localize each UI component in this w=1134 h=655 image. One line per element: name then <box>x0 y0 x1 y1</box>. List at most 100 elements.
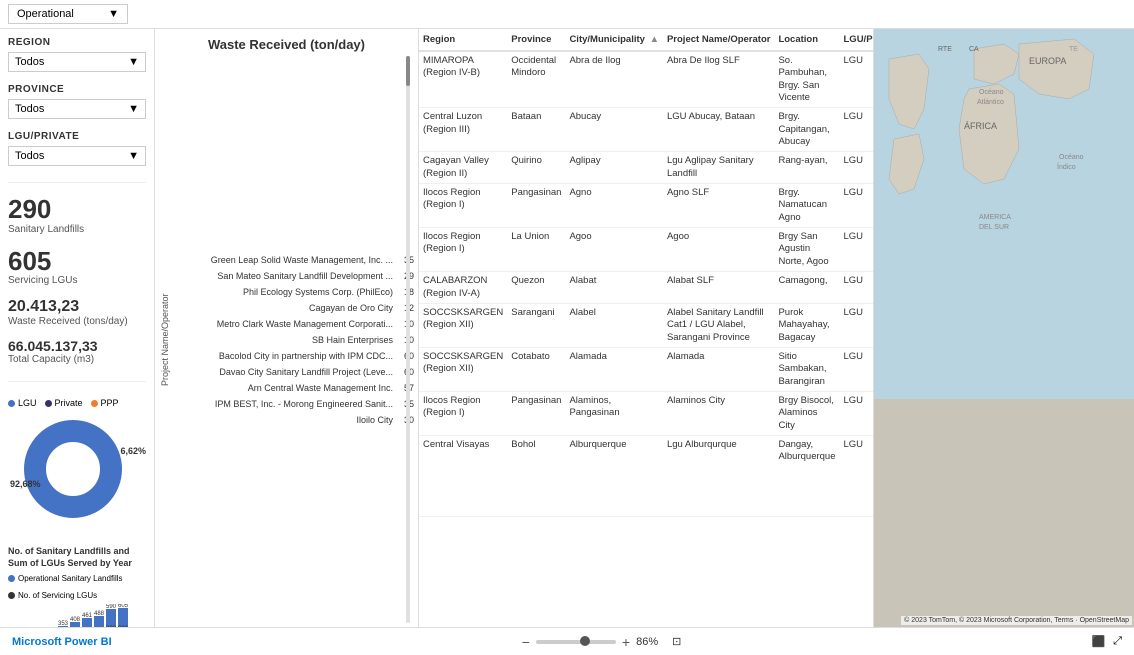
bottom-chart-title: No. of Sanitary Landfills and Sum of LGU… <box>8 546 146 569</box>
table-wrapper[interactable]: Region Province City/Municipality ▲ Proj… <box>419 29 873 627</box>
table-cell-location: Brgy. Capitangan, Abucay <box>774 108 839 152</box>
zoom-slider[interactable] <box>536 640 616 644</box>
legend-operational: Operational Sanitary Landfills <box>8 574 123 583</box>
svg-text:353: 353 <box>58 621 69 627</box>
table-cell-location: Rang-ayan, <box>774 152 839 184</box>
bar-label: Bacolod City in partnership with IPM CDC… <box>183 351 393 361</box>
bottom-chart-svg: 101 118 108 165 353 408 461 488 590 605 … <box>8 604 148 627</box>
zoom-slider-thumb <box>580 636 590 646</box>
svg-text:EUROPA: EUROPA <box>1029 56 1066 66</box>
kpi-sanitary-landfills: 290 Sanitary Landfills <box>8 195 146 235</box>
operational-filter-label: Operational <box>17 8 74 20</box>
table-cell-location: Brgy. Namatucan Agno <box>774 184 839 228</box>
bar-chart-area: Project Name/Operator Green Leap Solid W… <box>155 56 418 627</box>
donut-legend: LGU Private PPP <box>8 398 146 408</box>
region-filter-dropdown[interactable]: Todos ▼ <box>8 52 146 72</box>
content-area: REGION Todos ▼ PROVINCE Todos ▼ LGU/PRIV… <box>0 29 1134 627</box>
kpi-label-lgus: Servicing LGUs <box>8 275 146 286</box>
operational-filter-dropdown[interactable]: Operational ▼ <box>8 4 128 24</box>
svg-text:Océano: Océano <box>1059 154 1084 161</box>
table-row: Central VisayasBoholAlburquerqueLgu Albu… <box>419 435 873 516</box>
svg-text:461: 461 <box>82 613 93 619</box>
table-panel: Region Province City/Municipality ▲ Proj… <box>419 29 874 627</box>
table-cell-lgu_private: LGU <box>840 184 874 228</box>
zoom-plus-button[interactable]: + <box>622 634 630 650</box>
fit-page-icon[interactable]: ⊡ <box>672 635 681 648</box>
table-cell-lgu_private: LGU <box>840 303 874 347</box>
table-cell-location: Purok Mahayahay, Bagacay <box>774 303 839 347</box>
svg-text:590: 590 <box>106 604 117 610</box>
lgu-filter-dropdown[interactable]: Todos ▼ <box>8 146 146 166</box>
bar-row: Phil Ecology Systems Corp. (PhilEco)1894 <box>183 284 406 300</box>
divider2 <box>8 381 146 382</box>
table-cell-region: SOCCSKSARGEN (Region XII) <box>419 303 507 347</box>
sort-arrow-icon: ▲ <box>650 34 659 45</box>
bottom-bar-chart: No. of Sanitary Landfills and Sum of LGU… <box>8 540 146 627</box>
ppp-dot <box>91 400 98 407</box>
table-cell-city: Alburquerque <box>565 435 663 516</box>
table-row: SOCCSKSARGEN (Region XII)CotabatoAlamada… <box>419 347 873 391</box>
table-cell-lgu_private: LGU <box>840 228 874 272</box>
bar-row: Arn Central Waste Management Inc.573 <box>183 380 406 396</box>
bar-row: Cagayan de Oro City1200 <box>183 300 406 316</box>
table-cell-city: Abucay <box>565 108 663 152</box>
table-cell-province: Quirino <box>507 152 565 184</box>
table-cell-region: Central Luzon (Region III) <box>419 108 507 152</box>
chevron-down-icon: ▼ <box>128 150 139 162</box>
scroll-indicator[interactable] <box>404 56 412 623</box>
table-cell-city: Abra de Ilog <box>565 51 663 108</box>
zoom-value: 86% <box>636 636 658 648</box>
map-attribution: © 2023 TomTom, © 2023 Microsoft Corporat… <box>901 616 1132 625</box>
table-cell-project: Lgu Aglipay Sanitary Landfill <box>663 152 774 184</box>
bar-label: Davao City Sanitary Landfill Project (Le… <box>183 367 393 377</box>
svg-text:488: 488 <box>94 611 105 617</box>
table-cell-city: Agno <box>565 184 663 228</box>
kpi-number-capacity: 66.045.137,33 <box>8 339 146 354</box>
table-cell-location: Dangay, Alburquerque <box>774 435 839 516</box>
zoom-minus-button[interactable]: − <box>522 634 530 650</box>
scroll-thumb <box>406 56 410 86</box>
table-cell-location: Sitio Sambakan, Barangiran <box>774 347 839 391</box>
dropdown-arrow-icon: ▼ <box>108 8 119 20</box>
svg-text:DEL SUR: DEL SUR <box>979 224 1009 231</box>
table-body: MIMAROPA (Region IV-B)Occidental Mindoro… <box>419 51 873 517</box>
bar-row: Davao City Sanitary Landfill Project (Le… <box>183 364 406 380</box>
table-cell-project: Agno SLF <box>663 184 774 228</box>
svg-text:Atlántico: Atlántico <box>977 99 1004 106</box>
table-header: Region Province City/Municipality ▲ Proj… <box>419 29 873 51</box>
table-cell-region: Ilocos Region (Region I) <box>419 184 507 228</box>
share-icon[interactable]: ⬛ <box>1091 635 1105 648</box>
svg-text:Índico: Índico <box>1057 162 1076 171</box>
table-cell-region: Cagayan Valley (Region II) <box>419 152 507 184</box>
donut-chart: 92,68% 6,62% <box>8 412 148 532</box>
bar-label: Cagayan de Oro City <box>183 303 393 313</box>
table-cell-city: Alabel <box>565 303 663 347</box>
bar-row: Green Leap Solid Waste Management, Inc. … <box>183 252 406 268</box>
table-row: Ilocos Region (Region I)PangasinanAlamin… <box>419 391 873 435</box>
middle-panel: Waste Received (ton/day) Project Name/Op… <box>155 29 419 627</box>
svg-text:AMERICA: AMERICA <box>979 214 1011 221</box>
bar-row: SB Hain Enterprises1000 <box>183 332 406 348</box>
fullscreen-icon[interactable]: ⤢ <box>1113 635 1122 648</box>
table-cell-city: Alaminos, Pangasinan <box>565 391 663 435</box>
bar-label: San Mateo Sanitary Landfill Development … <box>183 271 393 281</box>
table-cell-lgu_private: LGU <box>840 272 874 304</box>
kpi-waste-received: 20.413,23 Waste Received (tons/day) <box>8 298 146 327</box>
kpi-number-lgus: 605 <box>8 247 146 276</box>
legend-private-label: Private <box>55 398 83 408</box>
bar-row: Bacolod City in partnership with IPM CDC… <box>183 348 406 364</box>
bar-rows-container: Green Leap Solid Waste Management, Inc. … <box>183 252 406 428</box>
scroll-track <box>406 56 410 623</box>
province-filter-dropdown[interactable]: Todos ▼ <box>8 99 146 119</box>
bottom-chart-legend: Operational Sanitary Landfills No. of Se… <box>8 574 146 600</box>
powerbi-link[interactable]: Microsoft Power BI <box>12 636 112 648</box>
kpi-label-landfills: Sanitary Landfills <box>8 224 146 235</box>
operational-label: Operational Sanitary Landfills <box>18 574 123 583</box>
table-cell-location: So. Pambuhan, Brgy. San Vicente <box>774 51 839 108</box>
svg-text:RTE: RTE <box>938 46 952 53</box>
table-cell-province: Bohol <box>507 435 565 516</box>
bar-label: Metro Clark Waste Management Corporati..… <box>183 319 393 329</box>
table-cell-region: MIMAROPA (Region IV-B) <box>419 51 507 108</box>
table-cell-province: Pangasinan <box>507 184 565 228</box>
bar-row: San Mateo Sanitary Landfill Development … <box>183 268 406 284</box>
